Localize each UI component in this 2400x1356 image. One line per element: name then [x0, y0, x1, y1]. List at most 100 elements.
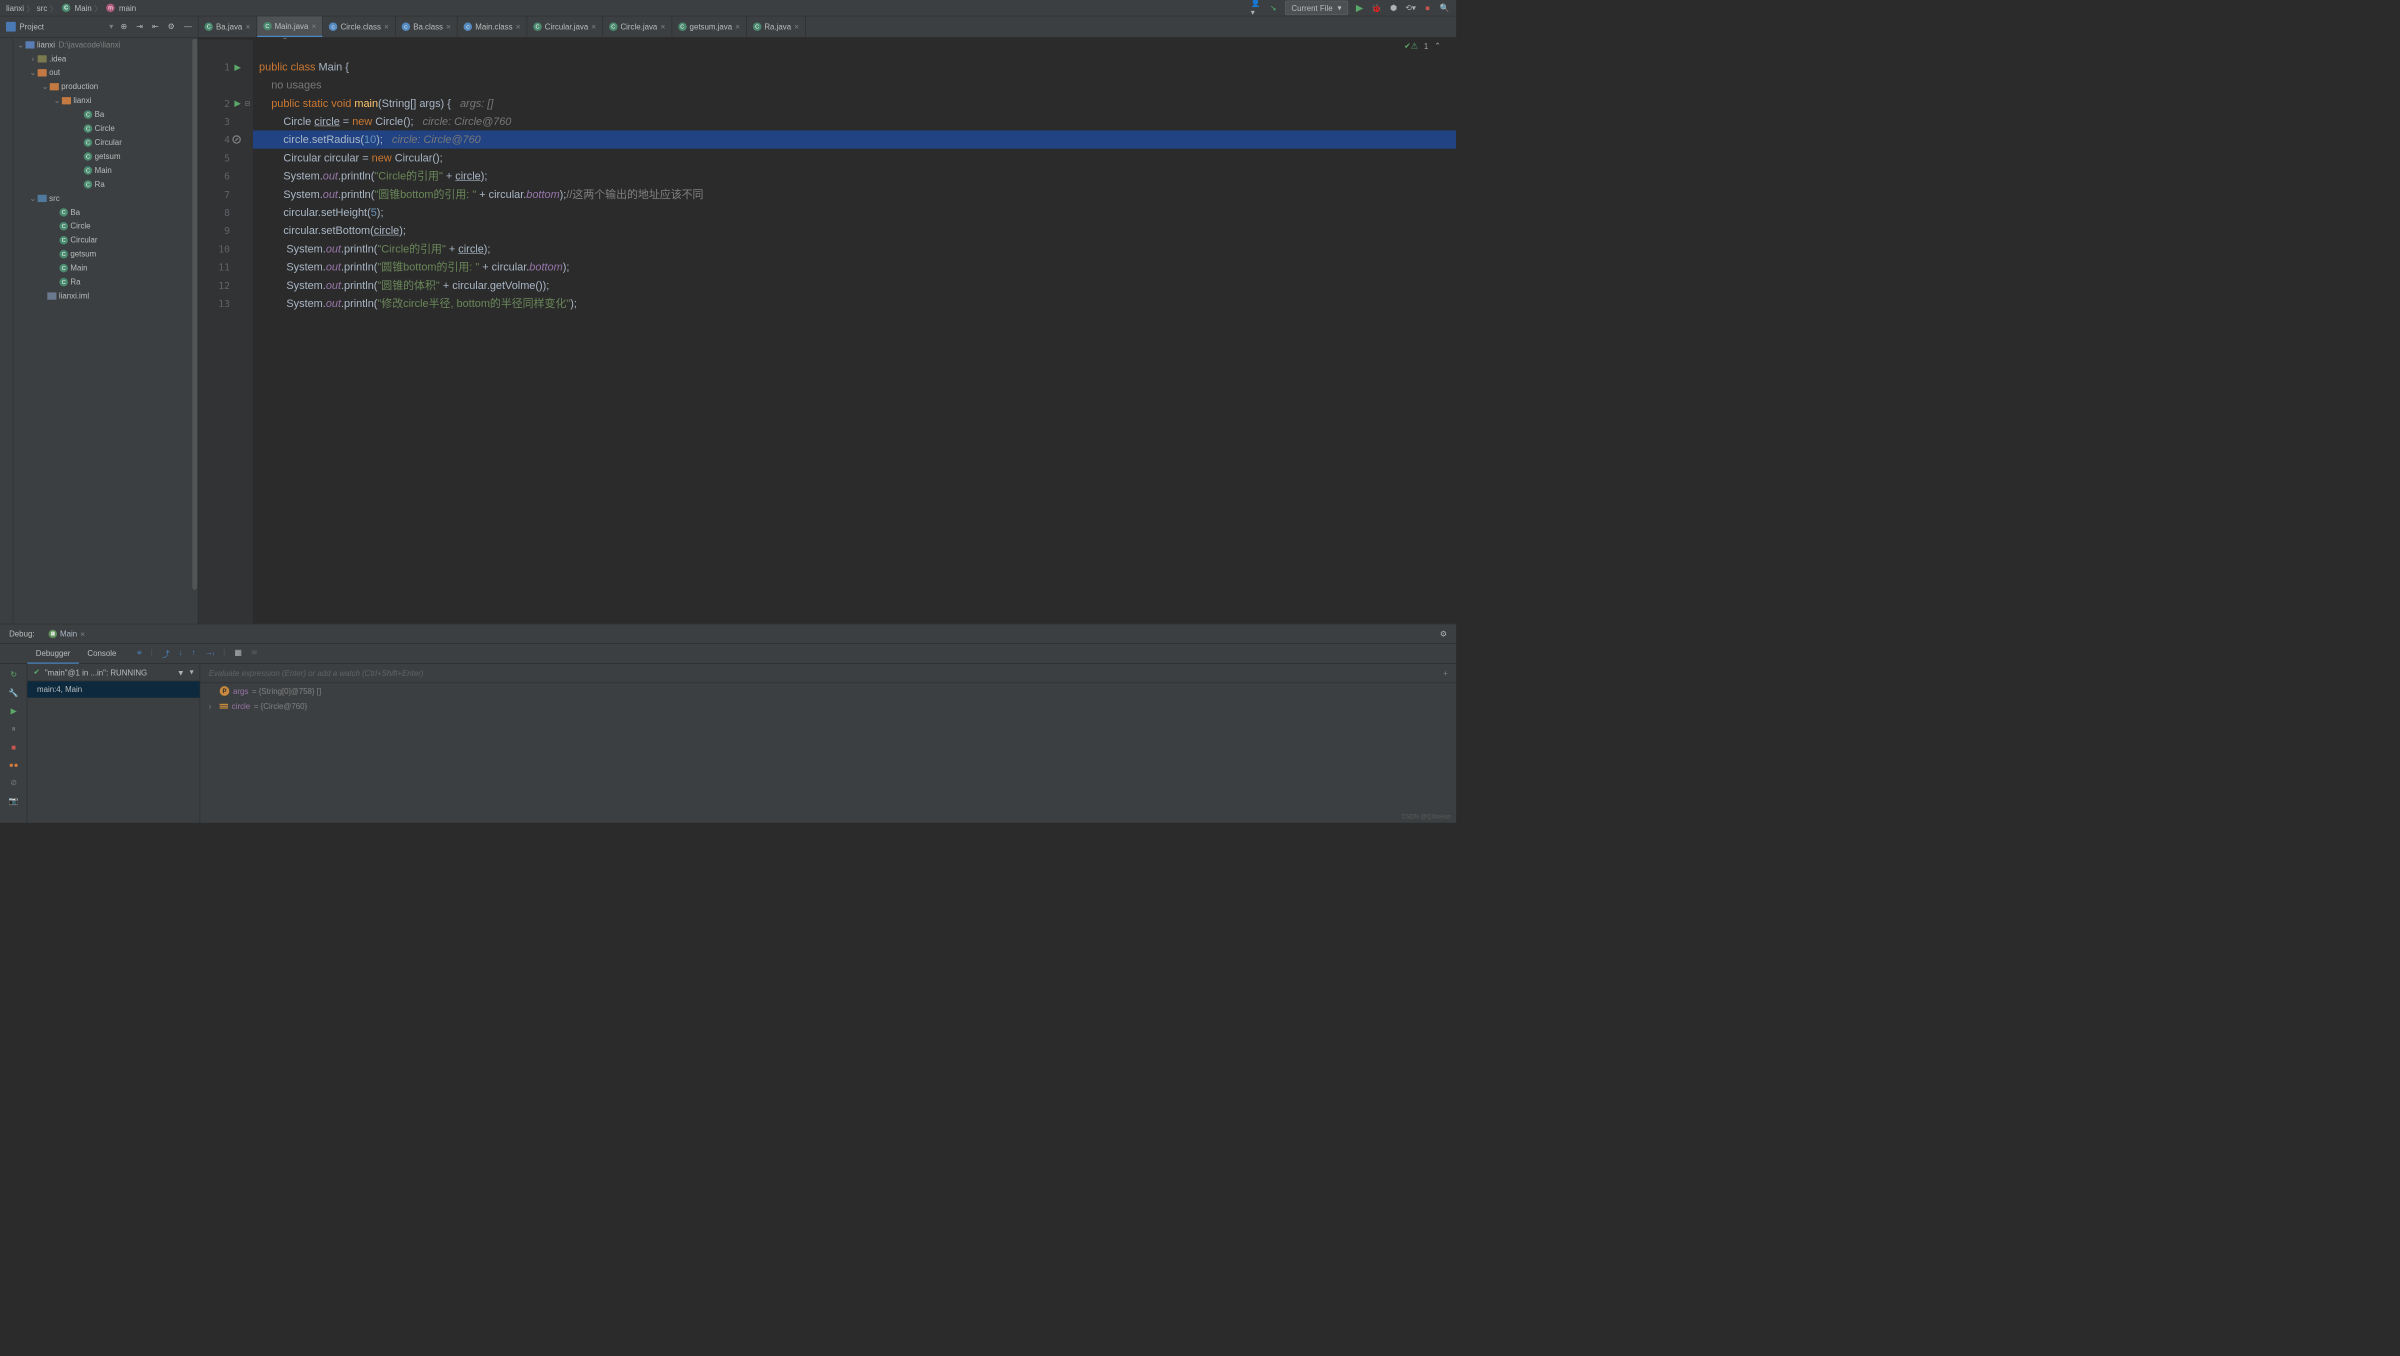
tree-item[interactable]: C Ra [13, 177, 197, 191]
line-number[interactable]: 10 [198, 240, 242, 258]
tree-item[interactable]: lianxi.iml [13, 289, 197, 303]
breadcrumb-src[interactable]: src [37, 3, 48, 12]
tree-item[interactable]: C Circular [13, 135, 197, 149]
expand-icon[interactable]: › [209, 702, 216, 711]
debug-config-tab[interactable]: ▦ Main × [44, 626, 90, 641]
step-out-icon[interactable]: ↑ [192, 648, 196, 660]
fold-mark[interactable] [242, 76, 253, 94]
pause-icon[interactable]: ⏸ [12, 724, 16, 734]
fold-mark[interactable] [242, 58, 253, 76]
collapse-all-icon[interactable]: ⇤ [152, 22, 159, 32]
code-line[interactable]: circular.setBottom(circle); [253, 221, 1456, 239]
tab-Circle.java[interactable]: CCircle.java× [603, 16, 672, 37]
tree-item[interactable]: C Circle [13, 219, 197, 233]
close-icon[interactable]: × [384, 22, 389, 32]
build-icon[interactable]: ↘ [1268, 2, 1279, 13]
tree-item[interactable]: C Ra [13, 275, 197, 289]
line-number[interactable]: 5 [198, 149, 242, 167]
close-icon[interactable]: × [794, 22, 799, 32]
step-over-icon[interactable]: ⤴ [162, 648, 170, 660]
tree-item[interactable]: C Circle [13, 121, 197, 135]
line-number[interactable]: 2▶ [198, 94, 242, 112]
chevron-icon[interactable]: ⌄ [52, 96, 62, 106]
tab-debugger[interactable]: Debugger [27, 643, 79, 663]
variables-pane[interactable]: Evaluate expression (Enter) or add a wat… [200, 664, 1456, 823]
settings-icon[interactable]: ⚙ [168, 22, 175, 32]
chevron-icon[interactable]: › [28, 54, 38, 63]
close-icon[interactable]: × [591, 22, 596, 32]
coverage-icon[interactable]: ⬢ [1388, 2, 1399, 13]
line-number[interactable] [198, 76, 242, 94]
breadcrumb-method[interactable]: main [119, 3, 136, 12]
tree-item[interactable]: C Main [13, 261, 197, 275]
tab-Main.java[interactable]: CMain.java× [257, 16, 323, 37]
select-opened-icon[interactable]: ⊕ [121, 22, 128, 32]
fold-mark[interactable] [242, 149, 253, 167]
tree-item[interactable]: C Ba [13, 205, 197, 219]
tree-item[interactable]: ⌄ src [13, 191, 197, 205]
close-icon[interactable]: × [735, 22, 740, 32]
run-gutter-icon[interactable]: ▶ [234, 98, 241, 108]
chevron-icon[interactable]: ⌄ [28, 68, 38, 78]
tab-Circular.java[interactable]: CCircular.java× [527, 16, 603, 37]
search-icon[interactable]: 🔍 [1439, 2, 1450, 13]
run-icon[interactable]: ▶ [1354, 2, 1365, 13]
line-number[interactable]: 4 [198, 130, 242, 148]
rerun-icon[interactable]: ↻ [10, 670, 17, 680]
tab-Main.class[interactable]: CMain.class× [458, 16, 528, 37]
line-gutter[interactable]: 1▶2▶345678910111213 [198, 39, 242, 623]
line-number[interactable]: 11 [198, 258, 242, 276]
fold-mark[interactable] [242, 112, 253, 130]
variable-row[interactable]: Pargs = {String[0]@758} [] [200, 683, 1456, 699]
tab-Ra.java[interactable]: CRa.java× [747, 16, 806, 37]
fold-gutter[interactable]: ⊟ [242, 39, 253, 623]
tab-console[interactable]: Console [79, 643, 125, 663]
tree-item[interactable]: C Circular [13, 233, 197, 247]
no-entry-icon[interactable] [232, 135, 240, 143]
tab-Circle.class[interactable]: CCircle.class× [323, 16, 396, 37]
code-area[interactable]: no usages public class Main { no usages … [253, 39, 1456, 623]
close-icon[interactable]: × [516, 22, 521, 32]
chevron-icon[interactable]: ⌄ [28, 193, 38, 203]
debug-icon[interactable]: 🐞 [1371, 2, 1382, 13]
expand-all-icon[interactable]: ⇥ [136, 22, 143, 32]
editor[interactable]: ✔⚠ 1 ⌃ 1▶2▶345678910111213 ⊟ no usages p… [198, 38, 1456, 624]
trace-icon[interactable]: ≋ [251, 648, 258, 660]
tab-Ba.java[interactable]: CBa.java× [198, 16, 257, 37]
dropdown-icon[interactable]: ▾ [190, 667, 194, 677]
close-icon[interactable]: × [80, 629, 85, 639]
code-line[interactable]: public static void main(String[] args) {… [253, 94, 1456, 112]
gear-icon[interactable]: ⚙ [1440, 629, 1447, 639]
hide-icon[interactable]: — [184, 22, 192, 32]
line-number[interactable]: 7 [198, 185, 242, 203]
line-number[interactable]: 6 [198, 167, 242, 185]
stack-frame[interactable]: main:4, Main [27, 681, 199, 697]
fold-mark[interactable]: ⊟ [242, 94, 253, 112]
breadcrumb[interactable]: lianxi 〉 src 〉 C Main 〉 m main [6, 2, 136, 14]
chevron-icon[interactable]: ⌄ [16, 40, 26, 50]
run-config-select[interactable]: Current File ▾ [1285, 1, 1348, 16]
line-number[interactable]: 8 [198, 203, 242, 221]
show-exec-point-icon[interactable]: ≡ [137, 648, 142, 660]
line-number[interactable]: 12 [198, 276, 242, 294]
profiler-icon[interactable]: ⟲▾ [1405, 2, 1416, 13]
fold-mark[interactable] [242, 221, 253, 239]
breadcrumb-class[interactable]: Main [75, 3, 92, 12]
tree-item[interactable]: ⌄ lianxi [13, 93, 197, 107]
project-tree[interactable]: ⌄ lianxiD:\javacode\lianxi › .idea ⌄ out… [13, 38, 198, 624]
line-number[interactable]: 3 [198, 112, 242, 130]
scrollbar[interactable] [192, 39, 197, 590]
modify-icon[interactable]: 🔧 [9, 688, 19, 698]
stop-icon[interactable]: ■ [11, 743, 16, 752]
camera-icon[interactable]: 📷 [9, 796, 19, 806]
stop-icon[interactable]: ■ [1422, 2, 1433, 13]
thread-title[interactable]: "main"@1 in ...in": RUNNING [45, 668, 147, 677]
tree-item[interactable]: ⌄ out [13, 66, 197, 80]
code-line[interactable]: System.out.println("圆锥bottom的引用: " + cir… [253, 258, 1456, 276]
resume-icon[interactable]: ▶ [11, 706, 17, 716]
fold-mark[interactable] [242, 203, 253, 221]
project-dropdown-icon[interactable]: ▾ [109, 22, 113, 32]
fold-mark[interactable] [242, 240, 253, 258]
fold-mark[interactable] [242, 130, 253, 148]
code-line[interactable]: Circular circular = new Circular(); [253, 149, 1456, 167]
